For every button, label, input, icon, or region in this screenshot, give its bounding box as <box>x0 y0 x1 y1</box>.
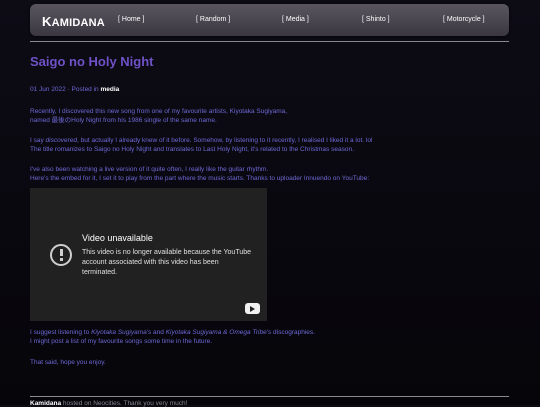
footer-site-name: Kamidana <box>30 400 62 407</box>
youtube-embed[interactable]: Video unavailable This video is no longe… <box>30 188 267 321</box>
nav-link-media[interactable]: [ Media ] <box>282 16 309 23</box>
site-logo[interactable]: KAMIDANA <box>42 14 105 29</box>
page-title: Saigo no Holy Night <box>30 54 154 69</box>
paragraph-2: I say discovered, but actually I already… <box>30 137 373 153</box>
nav-link-home[interactable]: [ Home ] <box>118 16 144 23</box>
paragraph-4: I suggest listening to Kiyotaka Sugiyama… <box>30 329 315 345</box>
header-divider <box>30 41 509 42</box>
paragraph-5: That said, hope you enjoy. <box>30 359 106 366</box>
nav-link-motorcycle[interactable]: [ Motorcycle ] <box>443 16 485 23</box>
youtube-logo-icon[interactable] <box>245 303 260 314</box>
paragraph-1: Recently, I discovered this new song fro… <box>30 108 288 124</box>
footer: Kamidana hosted on Neocities. Thank you … <box>30 400 188 407</box>
video-error-message: This video is no longer available becaus… <box>82 249 252 276</box>
post-date: 01 Jun 2022 · Posted in <box>30 86 101 93</box>
top-navbar: KAMIDANA [ Home ] [ Random ] [ Media ] [… <box>30 4 509 36</box>
video-error-title: Video unavailable <box>82 233 153 243</box>
alert-circle-icon <box>50 244 72 266</box>
nav-link-shinto[interactable]: [ Shinto ] <box>362 16 390 23</box>
footer-divider <box>30 396 509 397</box>
post-meta: 01 Jun 2022 · Posted in media <box>30 86 119 93</box>
nav-link-random[interactable]: [ Random ] <box>196 16 230 23</box>
category-link[interactable]: media <box>100 86 119 93</box>
paragraph-3: I've also been watching a live version o… <box>30 166 370 182</box>
